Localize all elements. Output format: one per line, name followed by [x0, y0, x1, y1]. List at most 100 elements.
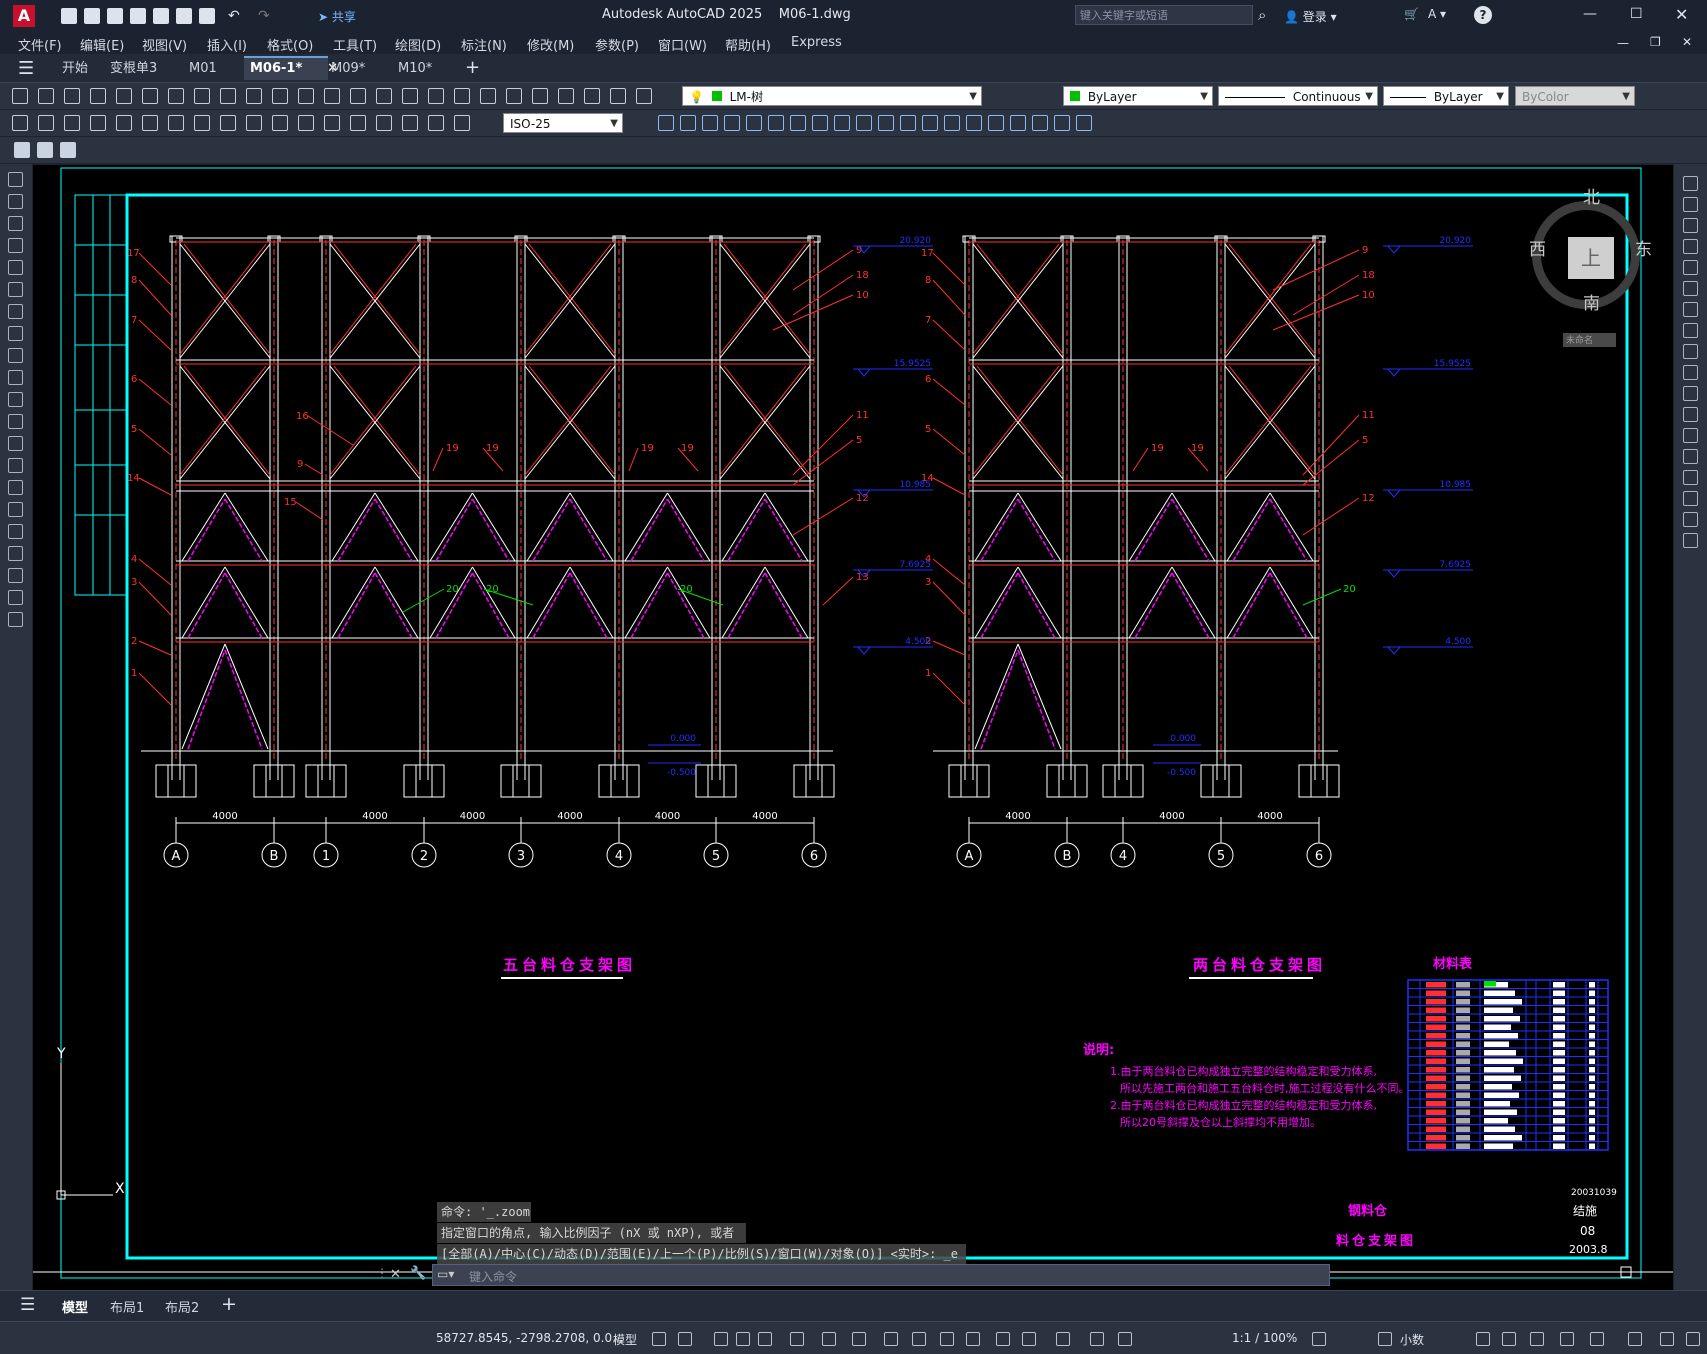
modeling-tool-icon[interactable] — [966, 115, 982, 131]
standard-tool-icon[interactable] — [38, 88, 54, 104]
draw-tool-icon[interactable] — [8, 458, 23, 473]
modeling-tool-icon[interactable] — [702, 115, 718, 131]
standard-tool-icon[interactable] — [116, 88, 132, 104]
viewcube-north[interactable]: 北 — [1583, 183, 1600, 208]
menu-express[interactable]: Express — [791, 35, 842, 50]
draw-tool-icon[interactable] — [8, 282, 23, 297]
status-toggle-icon[interactable] — [678, 1332, 692, 1346]
tab-start[interactable]: 开始 — [56, 58, 94, 80]
web-save-icon[interactable] — [153, 8, 169, 24]
standard-tool-icon[interactable] — [402, 88, 418, 104]
draw-tool-icon[interactable] — [8, 370, 23, 385]
open-file-icon[interactable] — [84, 8, 100, 24]
dimension-tool-icon[interactable] — [272, 115, 288, 131]
modify-tool-icon[interactable] — [1683, 302, 1698, 317]
lineweight-dropdown[interactable]: ByLayer ▼ — [1383, 86, 1509, 106]
save-icon[interactable] — [107, 8, 123, 24]
modify-tool-icon[interactable] — [1683, 365, 1698, 380]
modify-tool-icon[interactable] — [1683, 239, 1698, 254]
status-toggle-icon[interactable] — [1590, 1332, 1604, 1346]
status-toggle-icon[interactable] — [1378, 1332, 1392, 1346]
drawing-canvas[interactable]: 4000 4000 4000 4000 4000 4000 A B 1 2 3 4 5 6 17 8 7 6 5 14… — [33, 165, 1673, 1290]
modify-tool-icon[interactable] — [1683, 449, 1698, 464]
doc-minimize-button[interactable]: — — [1617, 36, 1629, 50]
tab-layout1[interactable]: 布局1 — [110, 1297, 144, 1316]
new-tab-icon[interactable]: + — [465, 57, 480, 78]
modify-tool-icon[interactable] — [1683, 386, 1698, 401]
draw-tool-icon[interactable] — [8, 172, 23, 187]
standard-tool-icon[interactable] — [324, 88, 340, 104]
status-toggle-icon[interactable] — [1686, 1332, 1700, 1346]
modeling-tool-icon[interactable] — [724, 115, 740, 131]
standard-tool-icon[interactable] — [90, 88, 106, 104]
dimension-tool-icon[interactable] — [350, 115, 366, 131]
undo-icon[interactable]: ↶ — [228, 8, 244, 24]
dimension-tool-icon[interactable] — [168, 115, 184, 131]
write-block-icon[interactable] — [37, 142, 53, 158]
dimension-tool-icon[interactable] — [324, 115, 340, 131]
add-layout-icon[interactable]: + — [221, 1293, 237, 1315]
share-button[interactable]: ➤ 共享 — [318, 8, 356, 25]
modeling-tool-icon[interactable] — [878, 115, 894, 131]
standard-tool-icon[interactable] — [584, 88, 600, 104]
layer-dropdown[interactable]: 💡 LM-树 ▼ — [682, 86, 982, 106]
doc-restore-button[interactable]: ❐ — [1650, 35, 1661, 49]
standard-tool-icon[interactable] — [194, 88, 210, 104]
modify-tool-icon[interactable] — [1683, 197, 1698, 212]
modify-tool-icon[interactable] — [1683, 512, 1698, 527]
new-file-icon[interactable] — [61, 8, 77, 24]
standard-tool-icon[interactable] — [220, 88, 236, 104]
modify-tool-icon[interactable] — [1683, 428, 1698, 443]
modeling-tool-icon[interactable] — [768, 115, 784, 131]
standard-tool-icon[interactable] — [298, 88, 314, 104]
standard-tool-icon[interactable] — [64, 88, 80, 104]
status-toggle-icon[interactable] — [1530, 1332, 1544, 1346]
modeling-tool-icon[interactable] — [658, 115, 674, 131]
tab-m06-1[interactable]: M06-1* ✕ — [244, 56, 338, 80]
draw-tool-icon[interactable] — [8, 260, 23, 275]
draw-tool-icon[interactable] — [8, 568, 23, 583]
viewcube-top-face[interactable]: 上 — [1568, 237, 1614, 279]
command-customize-icon[interactable]: 🔧 — [410, 1266, 426, 1281]
modeling-tool-icon[interactable] — [922, 115, 938, 131]
menu-parametric[interactable]: 参数(P) — [595, 35, 639, 54]
linetype-dropdown[interactable]: Continuous ▼ — [1218, 86, 1378, 106]
status-toggle-icon[interactable] — [852, 1332, 866, 1346]
units-dropdown[interactable]: 小数 — [1400, 1331, 1424, 1348]
model-space-toggle[interactable]: 模型 — [613, 1331, 637, 1348]
dimension-tool-icon[interactable] — [12, 115, 28, 131]
autodesk-app-icon[interactable]: A ▾ — [1428, 7, 1446, 21]
dimension-tool-icon[interactable] — [194, 115, 210, 131]
wcs-menu[interactable]: 未命名 — [1563, 333, 1616, 347]
standard-tool-icon[interactable] — [350, 88, 366, 104]
draw-tool-icon[interactable] — [8, 480, 23, 495]
modify-tool-icon[interactable] — [1683, 176, 1698, 191]
standard-tool-icon[interactable] — [272, 88, 288, 104]
draw-tool-icon[interactable] — [8, 238, 23, 253]
user-login[interactable]: 👤 登录 ▾ — [1284, 8, 1337, 25]
menu-edit[interactable]: 编辑(E) — [80, 35, 124, 54]
status-toggle-icon[interactable] — [940, 1332, 954, 1346]
modeling-tool-icon[interactable] — [1076, 115, 1092, 131]
draw-tool-icon[interactable] — [8, 216, 23, 231]
dimension-tool-icon[interactable] — [454, 115, 470, 131]
modeling-tool-icon[interactable] — [900, 115, 916, 131]
tab-sheet3[interactable]: 变根单3 — [104, 58, 163, 80]
draw-tool-icon[interactable] — [8, 524, 23, 539]
status-toggle-icon[interactable] — [966, 1332, 980, 1346]
viewcube-east[interactable]: 东 — [1635, 235, 1652, 260]
maximize-button[interactable]: ☐ — [1630, 6, 1643, 22]
menu-insert[interactable]: 插入(I) — [207, 35, 247, 54]
modeling-tool-icon[interactable] — [746, 115, 762, 131]
modify-tool-icon[interactable] — [1683, 260, 1698, 275]
status-toggle-icon[interactable] — [822, 1332, 836, 1346]
menu-modify[interactable]: 修改(M) — [527, 35, 574, 54]
draw-tool-icon[interactable] — [8, 436, 23, 451]
menu-help[interactable]: 帮助(H) — [725, 35, 771, 54]
help-icon[interactable]: ? — [1474, 6, 1492, 24]
menu-draw[interactable]: 绘图(D) — [395, 35, 441, 54]
status-toggle-icon[interactable] — [1312, 1332, 1326, 1346]
status-toggle-icon[interactable] — [1476, 1332, 1490, 1346]
draw-tool-icon[interactable] — [8, 194, 23, 209]
status-toggle-icon[interactable] — [714, 1332, 728, 1346]
